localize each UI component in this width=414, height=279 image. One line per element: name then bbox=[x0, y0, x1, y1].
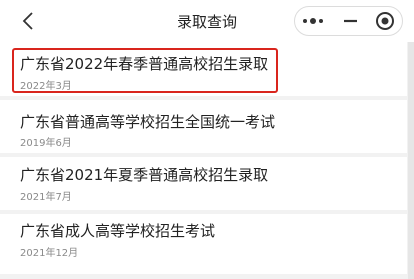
item-title: 广东省成人高等学校招生考试 bbox=[20, 222, 216, 240]
more-dots-icon bbox=[303, 18, 323, 24]
item-date: 2021年12月 bbox=[20, 248, 79, 259]
scrollbar[interactable] bbox=[408, 42, 414, 279]
nav-bar: 录取查询 bbox=[0, 0, 414, 42]
item-date: 2022年3月 bbox=[20, 81, 72, 92]
more-button[interactable] bbox=[295, 7, 331, 35]
item-title: 广东省普通高等学校招生全国统一考试 bbox=[20, 113, 276, 131]
list-item[interactable]: 广东省2022年春季普通高校招生录取 2022年3月 bbox=[0, 42, 407, 96]
capsule-menu bbox=[294, 6, 403, 36]
list-item[interactable]: 广东省普通高等学校招生全国统一考试 2019年6月 bbox=[0, 100, 407, 153]
item-date: 2019年6月 bbox=[20, 138, 72, 149]
close-button[interactable] bbox=[369, 7, 403, 35]
list-item[interactable]: 广东省2021年夏季普通高校招生录取 2021年7月 bbox=[0, 157, 407, 210]
item-title: 广东省2021年夏季普通高校招生录取 bbox=[20, 166, 269, 184]
item-title: 广东省2022年春季普通高校招生录取 bbox=[20, 55, 269, 73]
close-circle-icon bbox=[376, 12, 394, 30]
item-date: 2021年7月 bbox=[20, 192, 72, 203]
list-item[interactable]: 广东省成人高等学校招生考试 2021年12月 bbox=[0, 214, 407, 274]
minimize-icon bbox=[344, 19, 357, 23]
minimize-button[interactable] bbox=[332, 7, 368, 35]
